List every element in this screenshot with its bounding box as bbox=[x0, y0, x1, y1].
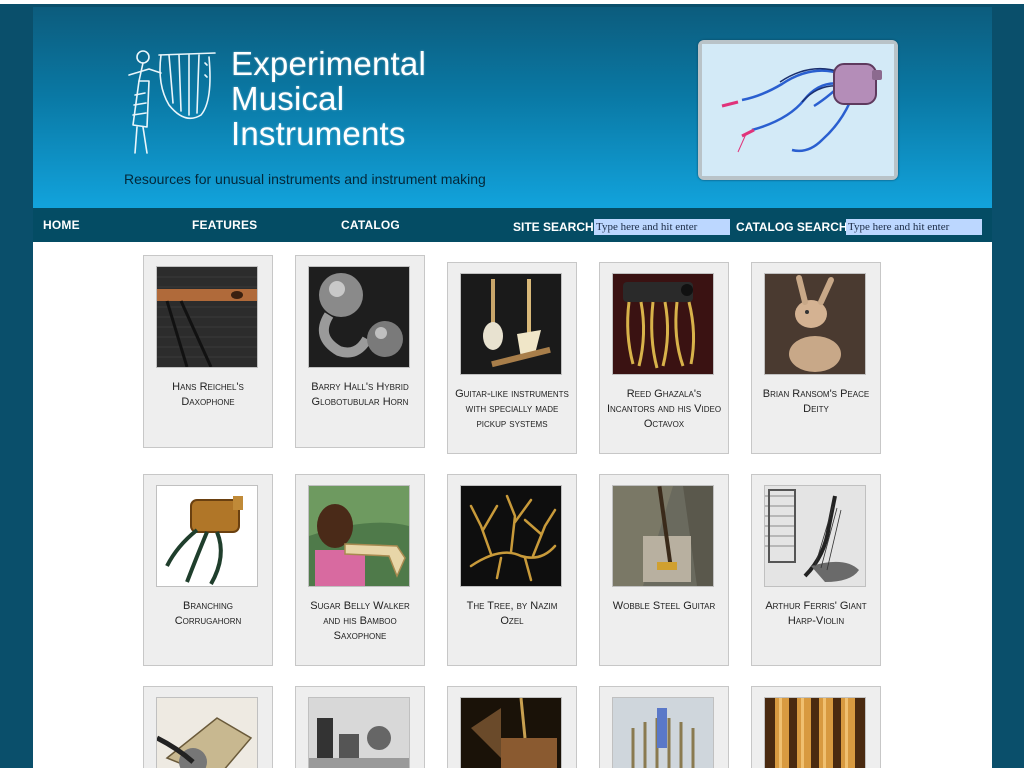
catalog-search-label: CATALOG SEARCH: bbox=[736, 220, 852, 234]
instrument-thumbnail[interactable] bbox=[612, 697, 714, 768]
instrument-caption: The Tree, by Nazim Ozel bbox=[466, 600, 558, 627]
site-search-label: SITE SEARCH: bbox=[513, 220, 598, 234]
instrument-caption: Reed Ghazala's Incantors and his Video O… bbox=[606, 388, 722, 430]
site-title-line-3: Instruments bbox=[231, 115, 406, 152]
instrument-thumbnail-globotubular-horn[interactable] bbox=[308, 266, 410, 368]
instrument-card-globotubular-horn[interactable]: Barry Hall's Hybrid Globotubular Horn bbox=[295, 255, 425, 448]
nav-catalog-link[interactable]: CATALOG bbox=[341, 218, 400, 232]
instrument-thumbnail-bamboo-saxophone[interactable] bbox=[308, 485, 410, 587]
instrument-caption: Wobble Steel Guitar bbox=[612, 600, 716, 612]
instrument-thumbnail-the-tree[interactable] bbox=[460, 485, 562, 587]
instrument-card-wobble-steel-guitar[interactable]: Wobble Steel Guitar bbox=[599, 474, 729, 666]
instrument-card[interactable] bbox=[751, 686, 881, 768]
featured-instrument-image[interactable] bbox=[698, 40, 898, 180]
instrument-thumbnail-branching-corrugahorn[interactable] bbox=[156, 485, 258, 587]
site-header: Experimental Musical Instruments Resourc… bbox=[33, 7, 992, 208]
instrument-card-bamboo-saxophone[interactable]: Sugar Belly Walker and his Bamboo Saxoph… bbox=[295, 474, 425, 666]
instrument-caption: Guitar-like instruments with specially m… bbox=[455, 388, 569, 430]
nav-home-link[interactable]: HOME bbox=[43, 218, 80, 232]
instrument-thumbnail-daxophone[interactable] bbox=[156, 266, 258, 368]
site-search-input[interactable] bbox=[594, 219, 730, 235]
page: Experimental Musical Instruments Resourc… bbox=[33, 7, 992, 768]
nav-features-link[interactable]: FEATURES bbox=[192, 218, 257, 232]
instrument-grid: Hans Reichel's Daxophone Barry Hall's Hy… bbox=[33, 242, 992, 768]
lyre-player-logo-icon[interactable] bbox=[121, 45, 216, 155]
instrument-caption: Arthur Ferris' Giant Harp-Violin bbox=[765, 600, 867, 627]
instrument-thumbnail[interactable] bbox=[460, 697, 562, 768]
instrument-card-peace-deity[interactable]: Brian Ransom's Peace Deity bbox=[751, 262, 881, 454]
instrument-caption: Brian Ransom's Peace Deity bbox=[762, 388, 870, 415]
instrument-card[interactable] bbox=[295, 686, 425, 768]
site-title-line-1: Experimental bbox=[231, 45, 426, 82]
instrument-card-giant-harp-violin[interactable]: Arthur Ferris' Giant Harp-Violin bbox=[751, 474, 881, 666]
instrument-caption: Hans Reichel's Daxophone bbox=[172, 381, 244, 408]
instrument-card[interactable] bbox=[599, 686, 729, 768]
instrument-card[interactable] bbox=[143, 686, 273, 768]
instrument-thumbnail-guitar-like-instruments[interactable] bbox=[460, 273, 562, 375]
instrument-thumbnail[interactable] bbox=[308, 697, 410, 768]
instrument-card-guitar-like-instruments[interactable]: Guitar-like instruments with specially m… bbox=[447, 262, 577, 454]
site-title-line-2: Musical bbox=[231, 80, 345, 117]
instrument-thumbnail-peace-deity[interactable] bbox=[764, 273, 866, 375]
instrument-thumbnail-wobble-steel-guitar[interactable] bbox=[612, 485, 714, 587]
catalog-search-input[interactable] bbox=[846, 219, 982, 235]
instrument-caption: Sugar Belly Walker and his Bamboo Saxoph… bbox=[310, 600, 410, 642]
instrument-thumbnail[interactable] bbox=[156, 697, 258, 768]
instrument-caption: Branching Corrugahorn bbox=[174, 600, 242, 627]
instrument-card-branching-corrugahorn[interactable]: Branching Corrugahorn bbox=[143, 474, 273, 666]
instrument-thumbnail-incantors[interactable] bbox=[612, 273, 714, 375]
instrument-card-the-tree[interactable]: The Tree, by Nazim Ozel bbox=[447, 474, 577, 666]
site-tagline: Resources for unusual instruments and in… bbox=[124, 171, 486, 187]
instrument-caption: Barry Hall's Hybrid Globotubular Horn bbox=[311, 381, 409, 408]
instrument-card[interactable] bbox=[447, 686, 577, 768]
instrument-card-incantors[interactable]: Reed Ghazala's Incantors and his Video O… bbox=[599, 262, 729, 454]
instrument-card-daxophone[interactable]: Hans Reichel's Daxophone bbox=[143, 255, 273, 448]
instrument-thumbnail-giant-harp-violin[interactable] bbox=[764, 485, 866, 587]
main-navigation: HOME FEATURES CATALOG SITE SEARCH: CATAL… bbox=[33, 208, 992, 242]
instrument-thumbnail[interactable] bbox=[764, 697, 866, 768]
